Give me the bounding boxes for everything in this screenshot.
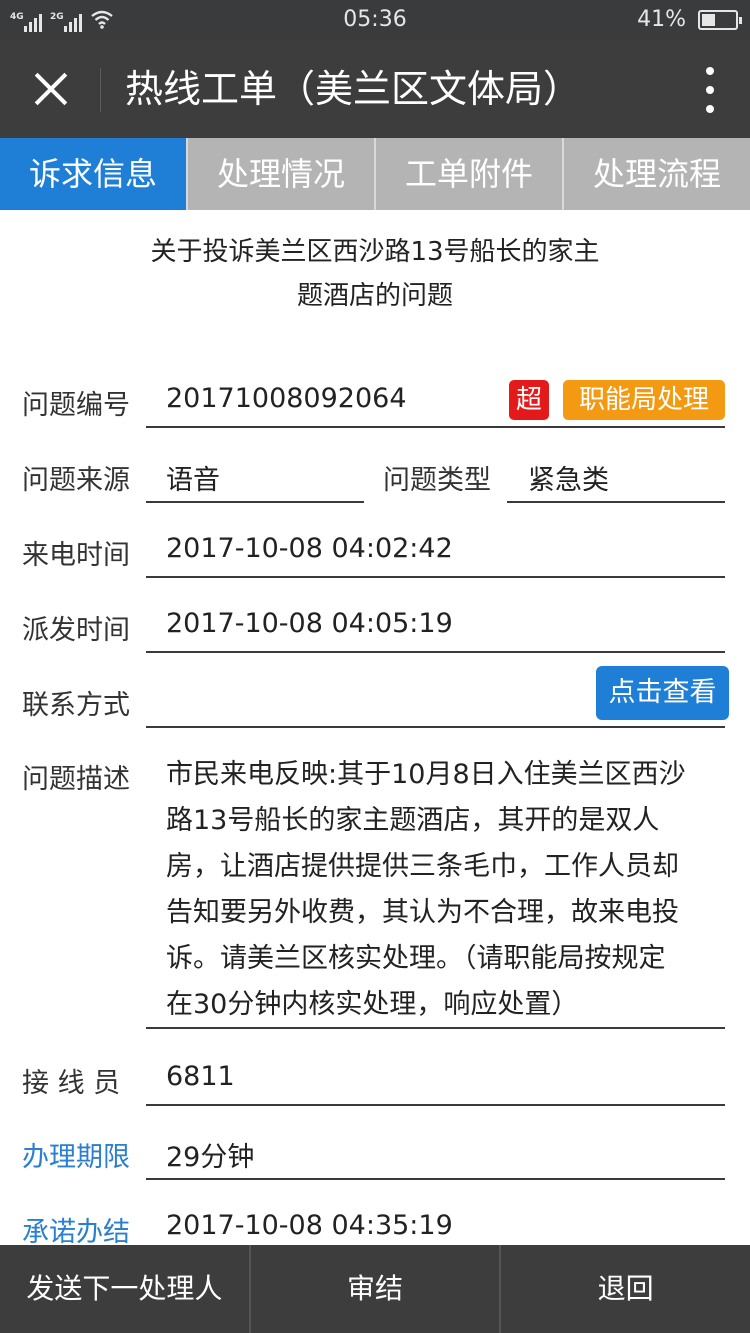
desc-line: 路13号船长的家主题酒店，其开的是双人 — [166, 805, 660, 836]
desc-line: 在30分钟内核实处理，响应处置） — [166, 989, 579, 1020]
return-button[interactable]: 退回 — [501, 1245, 750, 1333]
title-divider — [100, 68, 101, 112]
send-next-button[interactable]: 发送下一处理人 — [0, 1245, 251, 1333]
deadline-label: 办理期限 — [22, 1142, 130, 1173]
type-value: 紧急类 — [528, 465, 609, 496]
tab-workflow[interactable]: 处理流程 — [564, 138, 750, 210]
subject-line-2: 题酒店的问题 — [296, 281, 453, 311]
issue-description: 市民来电反映:其于10月8日入住美兰区西沙 路13号船长的家主题酒店，其开的是双… — [166, 752, 732, 1028]
desc-line: 告知要另外收费，其认为不合理，故来电投 — [166, 897, 679, 928]
bottom-action-bar: 发送下一处理人 审结 退回 — [0, 1245, 750, 1333]
desc-label: 问题描述 — [22, 764, 130, 795]
dept-badge: 职能局处理 — [563, 380, 725, 420]
promise-label: 承诺办结 — [22, 1217, 130, 1248]
source-underline — [146, 501, 364, 503]
desc-line: 诉。请美兰区核实处理。（请职能局按规定 — [166, 943, 666, 974]
subject-line-1: 关于投诉美兰区西沙路13号船长的家主 — [150, 237, 600, 267]
battery-icon — [698, 9, 742, 30]
contact-label: 联系方式 — [22, 690, 130, 721]
overdue-badge: 超 — [509, 380, 549, 420]
issue-no-underline — [146, 426, 725, 428]
type-underline — [507, 501, 725, 503]
tab-handling-status[interactable]: 处理情况 — [188, 138, 376, 210]
operator-value: 6811 — [166, 1061, 235, 1092]
dispatch-time-label: 派发时间 — [22, 615, 130, 646]
close-case-button[interactable]: 审结 — [251, 1245, 502, 1333]
source-value: 语音 — [166, 465, 220, 496]
close-icon[interactable] — [25, 64, 75, 114]
page-title: 热线工单（美兰区文体局） — [125, 67, 582, 111]
promise-time-value: 2017-10-08 04:35:19 — [166, 1210, 453, 1241]
status-bar: 4G 2G 05:36 41% — [0, 0, 750, 40]
contact-underline — [146, 726, 725, 728]
dispatch-time-underline — [146, 651, 725, 653]
more-menu-icon[interactable] — [704, 67, 716, 113]
call-time-value: 2017-10-08 04:02:42 — [166, 533, 453, 564]
ticket-subject: 关于投诉美兰区西沙路13号船长的家主 题酒店的问题 — [100, 230, 650, 318]
deadline-underline — [146, 1178, 725, 1180]
battery-percent: 41% — [637, 7, 686, 32]
desc-line: 市民来电反映:其于10月8日入住美兰区西沙 — [166, 759, 686, 790]
desc-underline — [146, 1027, 725, 1029]
tab-attachments[interactable]: 工单附件 — [376, 138, 564, 210]
issue-no-label: 问题编号 — [22, 390, 130, 421]
desc-line: 房，让酒店提供提供三条毛巾，工作人员却 — [166, 851, 679, 882]
call-time-underline — [146, 576, 725, 578]
status-right: 41% — [637, 7, 742, 32]
type-label: 问题类型 — [383, 465, 491, 496]
title-bar: 热线工单（美兰区文体局） — [0, 40, 750, 138]
issue-no-value: 20171008092064 — [166, 383, 407, 414]
view-contact-button[interactable]: 点击查看 — [596, 666, 729, 720]
operator-label: 接 线 员 — [22, 1068, 121, 1099]
tab-bar: 诉求信息 处理情况 工单附件 处理流程 — [0, 138, 750, 210]
battery-fill — [702, 13, 715, 26]
deadline-value: 29分钟 — [166, 1142, 255, 1173]
source-label: 问题来源 — [22, 465, 130, 496]
call-time-label: 来电时间 — [22, 540, 130, 571]
operator-underline — [146, 1104, 725, 1106]
tab-request-info[interactable]: 诉求信息 — [0, 138, 188, 210]
dispatch-time-value: 2017-10-08 04:05:19 — [166, 608, 453, 639]
